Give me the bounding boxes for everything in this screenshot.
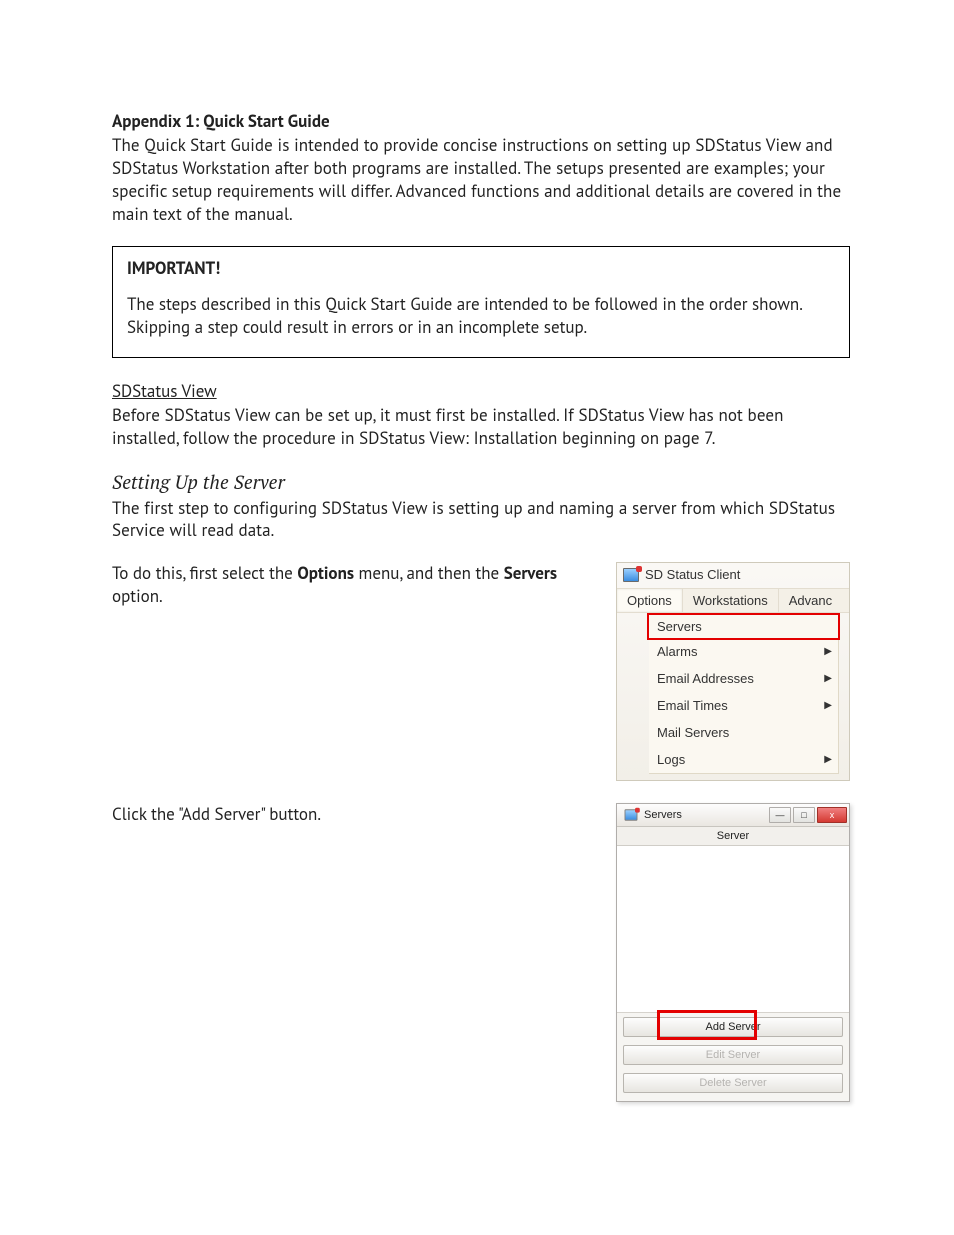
column-header-server: Server [617,827,849,846]
add-server-row: Add Server [617,1013,849,1045]
menu-item-logs[interactable]: Logs ▶ [649,746,838,773]
menu-item-email-addresses[interactable]: Email Addresses ▶ [649,665,838,692]
step1-pre: To do this, first select the [112,562,297,584]
menu-item-servers[interactable]: Servers [655,619,834,634]
dialog-icon [625,810,638,821]
submenu-arrow-icon: ▶ [824,673,832,684]
edit-server-button[interactable]: Edit Server [623,1045,843,1065]
delete-server-row: Delete Server [617,1073,849,1101]
menu-item-alarms[interactable]: Alarms ▶ [649,638,838,665]
options-dropdown: Servers Alarms ▶ Email Addresses ▶ Email… [649,613,839,774]
delete-server-button[interactable]: Delete Server [623,1073,843,1093]
submenu-arrow-icon: ▶ [824,754,832,765]
step1-post: option. [112,585,163,607]
step2-text: Click the "Add Server" button. [112,803,576,1102]
app-icon [623,568,639,582]
minimize-button[interactable]: — [769,807,791,823]
add-server-button[interactable]: Add Server [623,1017,843,1037]
app-titlebar: SD Status Client [617,563,849,588]
step1-mid: menu, and then the [354,562,504,584]
servers-dialog-screenshot: Servers — □ x Server Add Server Edit Ser… [616,803,850,1102]
menu-item-label: Email Addresses [657,671,754,686]
menu-item-label: Logs [657,752,685,767]
important-title: IMPORTANT! [127,257,835,279]
menu-item-email-times[interactable]: Email Times ▶ [649,692,838,719]
sdstatus-view-paragraph: Before SDStatus View can be set up, it m… [112,404,850,450]
highlight-servers: Servers [647,613,840,640]
step1-options-bold: Options [297,562,354,584]
server-list[interactable] [617,846,849,1013]
edit-server-row: Edit Server [617,1045,849,1073]
step1-servers-bold: Servers [504,562,557,584]
menubar-workstations[interactable]: Workstations [683,589,779,612]
app-title: SD Status Client [645,567,740,582]
menu-item-label: Mail Servers [657,725,729,740]
menubar-options[interactable]: Options [617,589,683,612]
menu-item-label: Servers [657,619,702,634]
intro-paragraph: The Quick Start Guide is intended to pro… [112,134,850,226]
dialog-title: Servers [644,809,682,821]
options-menu-screenshot: SD Status Client Options Workstations Ad… [616,562,850,781]
setting-up-paragraph: The first step to configuring SDStatus V… [112,497,850,543]
maximize-button[interactable]: □ [793,807,815,823]
dialog-titlebar: Servers — □ x [617,804,849,827]
setting-up-heading: Setting Up the Server [112,470,850,495]
important-box: IMPORTANT! The steps described in this Q… [112,246,850,358]
step1-text: To do this, first select the Options men… [112,562,576,781]
menubar: Options Workstations Advanc [617,588,849,613]
submenu-arrow-icon: ▶ [824,700,832,711]
menubar-advanced[interactable]: Advanc [779,589,842,612]
important-text: The steps described in this Quick Start … [127,293,835,339]
submenu-arrow-icon: ▶ [824,646,832,657]
close-button[interactable]: x [817,807,847,823]
menu-item-mail-servers[interactable]: Mail Servers [649,719,838,746]
appendix-heading: Appendix 1: Quick Start Guide [112,110,850,132]
menu-item-label: Email Times [657,698,728,713]
sdstatus-view-heading: SDStatus View [112,380,850,402]
window-controls: — □ x [769,807,847,823]
menu-item-label: Alarms [657,644,697,659]
